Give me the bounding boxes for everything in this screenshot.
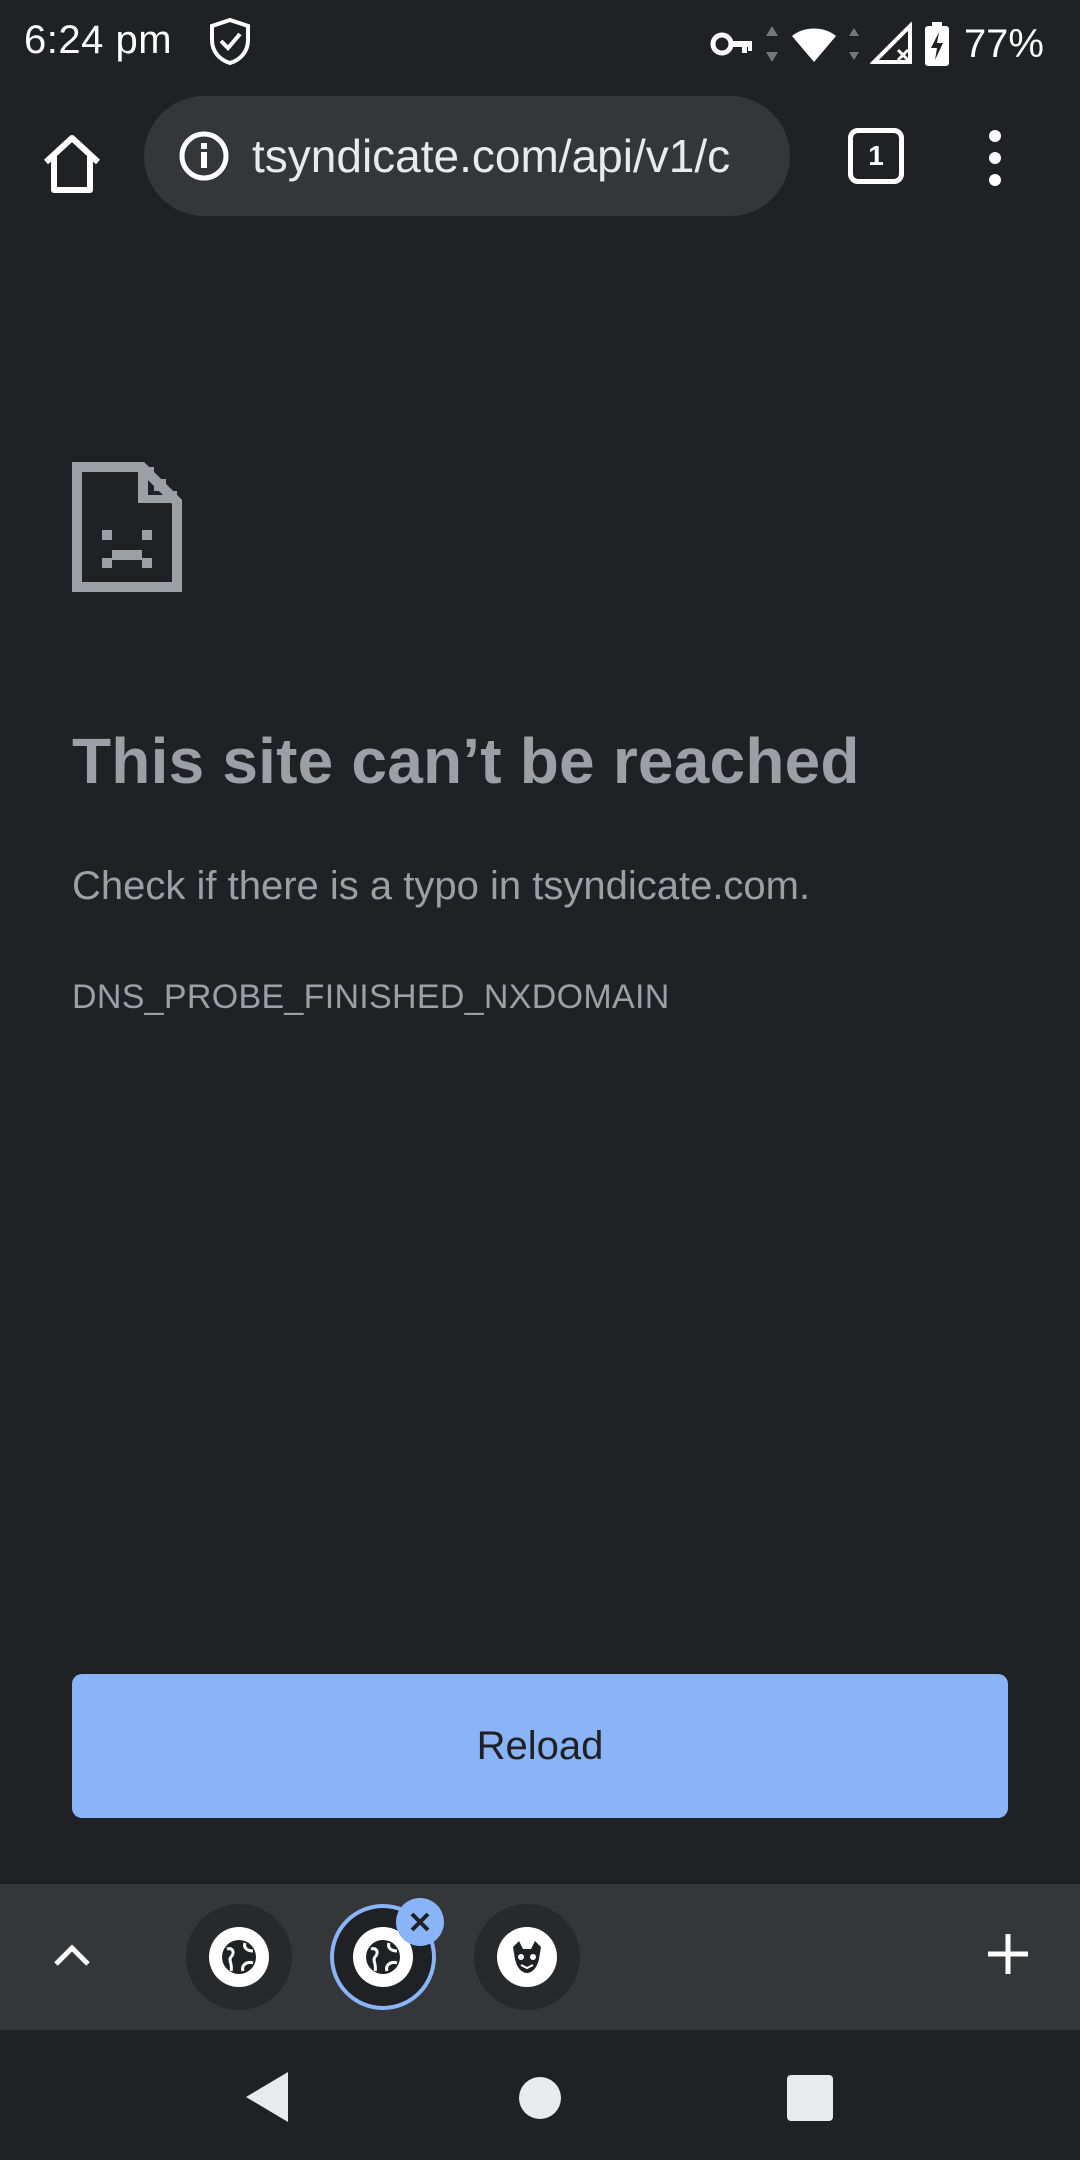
address-bar[interactable]: tsyndicate.com/api/v1/c xyxy=(144,96,790,216)
error-title: This site can’t be reached xyxy=(72,725,860,797)
close-icon[interactable] xyxy=(396,1898,444,1946)
tab-item[interactable] xyxy=(186,1904,292,2010)
status-icons: 77% xyxy=(710,14,1044,74)
tab-strip xyxy=(0,1884,1080,2032)
home-circle-icon[interactable] xyxy=(518,2076,562,2120)
info-icon[interactable] xyxy=(178,130,230,182)
globe-icon xyxy=(209,1927,269,1987)
tab-switcher-button[interactable]: 1 xyxy=(848,128,904,184)
data-arrows-icon xyxy=(765,26,778,62)
browser-toolbar: tsyndicate.com/api/v1/c 1 xyxy=(0,88,1080,240)
wifi-icon xyxy=(791,28,836,62)
signal-off-icon xyxy=(869,22,912,64)
status-bar: 6:24 pm 77% xyxy=(0,0,1080,88)
system-nav-bar xyxy=(0,2030,1080,2160)
shield-icon xyxy=(210,17,250,66)
url-text[interactable]: tsyndicate.com/api/v1/c xyxy=(252,124,766,188)
back-icon[interactable] xyxy=(244,2070,290,2124)
home-icon[interactable] xyxy=(36,128,108,200)
plus-icon[interactable] xyxy=(984,1930,1032,1978)
error-description: Check if there is a typo in tsyndicate.c… xyxy=(72,864,811,908)
tab-count: 1 xyxy=(868,140,884,171)
reload-button[interactable]: Reload xyxy=(72,1674,1008,1818)
mascot-icon xyxy=(497,1927,557,1987)
data-arrows-icon xyxy=(848,28,859,60)
vpn-key-icon xyxy=(710,32,752,56)
error-code: DNS_PROBE_FINISHED_NXDOMAIN xyxy=(72,978,670,1016)
battery-percent: 77% xyxy=(963,21,1044,66)
tab-item[interactable] xyxy=(474,1904,580,2010)
chevron-up-icon[interactable] xyxy=(50,1934,94,1978)
error-page: This site can’t be reached Check if ther… xyxy=(0,240,1080,1884)
more-vert-icon[interactable] xyxy=(980,128,1010,188)
sad-document-icon xyxy=(72,462,182,592)
recents-icon[interactable] xyxy=(786,2074,834,2122)
status-time: 6:24 pm xyxy=(24,18,173,62)
battery-charging-icon xyxy=(924,22,949,66)
